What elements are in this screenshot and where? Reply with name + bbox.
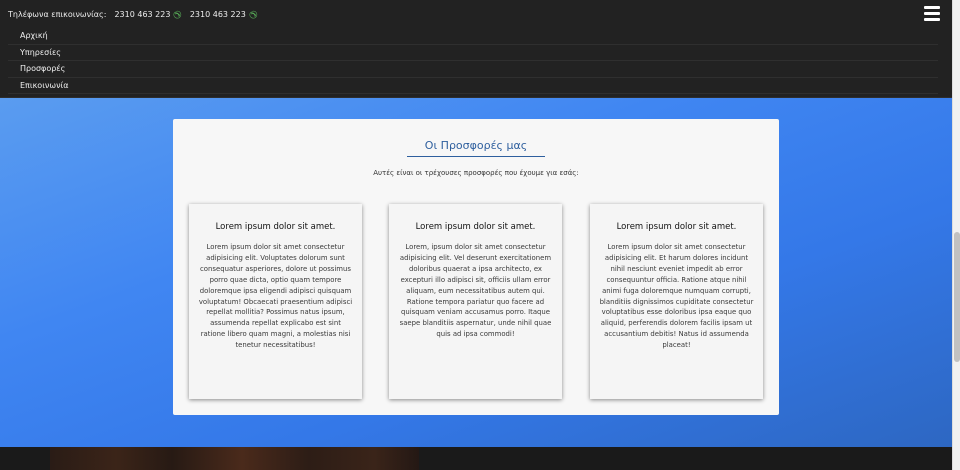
- title-underline: [407, 156, 545, 157]
- phone-label: Τηλέφωνα επικοινωνίας:: [8, 9, 107, 19]
- main-nav: Αρχική Υπηρεσίες Προσφορές Επικοινωνία: [8, 28, 938, 94]
- section-photo: [50, 447, 419, 470]
- hamburger-bar: [924, 6, 940, 9]
- offer-card-text: Lorem, ipsum dolor sit amet consectetur …: [399, 243, 552, 339]
- phone-link-1[interactable]: 2310 463 223 ✆: [114, 8, 183, 20]
- offers-subtitle: Αυτές είναι οι τρέχουσες προσφορές που έ…: [373, 169, 579, 177]
- offers-section: Οι Προσφορές μας Αυτές είναι οι τρέχουσε…: [0, 98, 952, 447]
- nav-item-services[interactable]: Υπηρεσίες: [8, 45, 938, 61]
- scrollbar-thumb[interactable]: [954, 232, 960, 362]
- offer-card-text: Lorem ipsum dolor sit amet consectetur a…: [198, 243, 353, 350]
- hamburger-bar: [924, 18, 940, 21]
- offer-card: Lorem ipsum dolor sit amet. Lorem, ipsum…: [389, 204, 562, 399]
- next-section-preview: [0, 447, 952, 470]
- offer-card-text: Lorem ipsum dolor sit amet consectetur a…: [599, 243, 754, 350]
- phone-number: 2310 463 223: [114, 9, 171, 19]
- offer-card-title: Lorem ipsum dolor sit amet.: [616, 222, 737, 232]
- phone-icon: ✆: [245, 8, 259, 20]
- phone-link-2[interactable]: 2310 463 223 ✆: [189, 8, 259, 20]
- top-header: Τηλέφωνα επικοινωνίας: 2310 463 223 ✆ 23…: [0, 0, 952, 98]
- nav-item-home[interactable]: Αρχική: [8, 28, 938, 45]
- offer-card: Lorem ipsum dolor sit amet. Lorem ipsum …: [189, 204, 362, 399]
- hamburger-bar: [924, 12, 940, 15]
- offer-card-title: Lorem ipsum dolor sit amet.: [415, 222, 536, 232]
- phone-number: 2310 463 223: [189, 9, 246, 19]
- offers-title: Οι Προσφορές μας: [424, 139, 528, 152]
- phone-icon: ✆: [170, 8, 183, 20]
- offer-card-title: Lorem ipsum dolor sit amet.: [215, 222, 336, 232]
- offer-card: Lorem ipsum dolor sit amet. Lorem ipsum …: [590, 204, 763, 399]
- hamburger-menu-icon[interactable]: [924, 6, 940, 21]
- page-scrollbar[interactable]: [952, 0, 960, 470]
- nav-item-contact[interactable]: Επικοινωνία: [8, 78, 938, 94]
- nav-item-offers[interactable]: Προσφορές: [8, 61, 938, 78]
- contact-phones-bar: Τηλέφωνα επικοινωνίας: 2310 463 223 ✆ 23…: [0, 0, 952, 28]
- offers-panel: Οι Προσφορές μας Αυτές είναι οι τρέχουσε…: [173, 119, 779, 415]
